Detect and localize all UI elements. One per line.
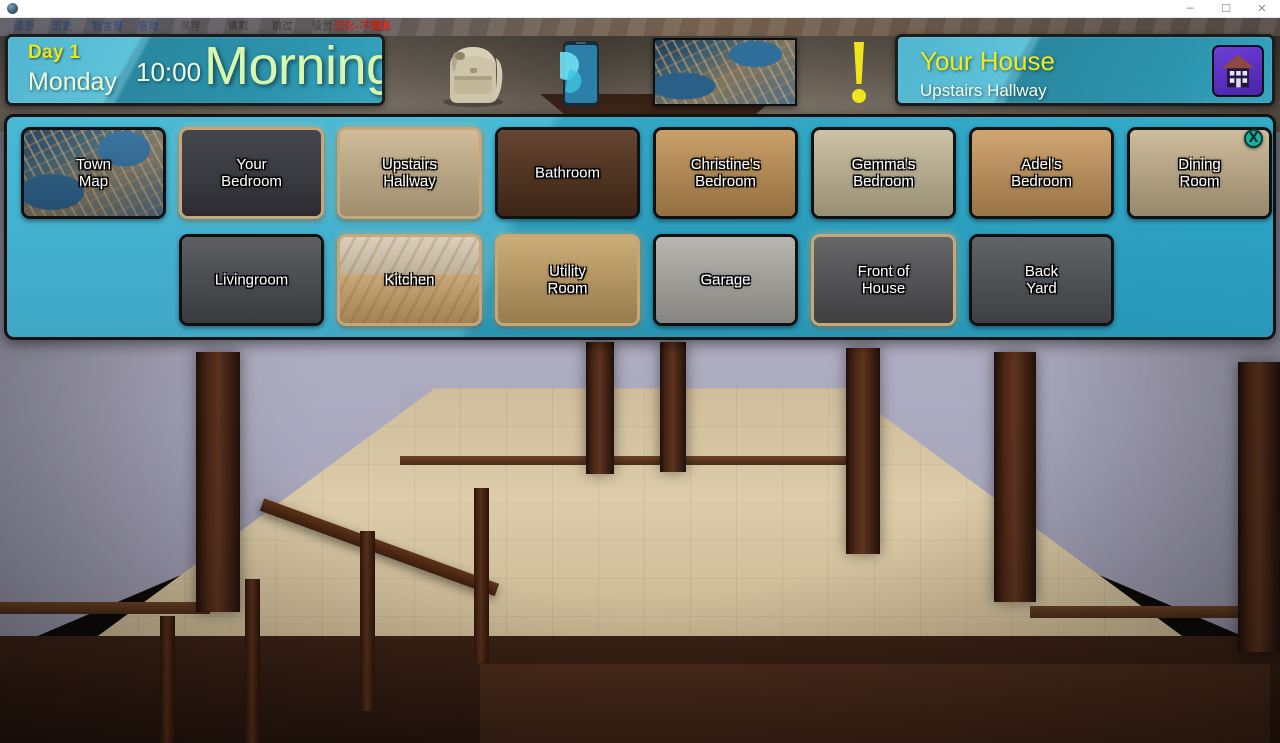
- location-label: Utility Room: [547, 263, 588, 297]
- location-label: Town Map: [75, 156, 112, 190]
- stairwell: [480, 664, 1270, 743]
- tile-upstairs-hallway[interactable]: Upstairs Hallway: [337, 127, 482, 219]
- tile-front-of-house[interactable]: Front of House: [811, 234, 956, 326]
- tile-bathroom[interactable]: Bathroom: [495, 127, 640, 219]
- tile-town-map[interactable]: Town Map: [21, 127, 166, 219]
- door-frame-right-near[interactable]: [994, 352, 1036, 602]
- location-label: Dining Room: [1178, 156, 1221, 190]
- close-icon[interactable]: X: [1244, 129, 1263, 148]
- door-frame-back-right[interactable]: [660, 342, 686, 472]
- hud: Day 1 Monday 10:00 Morning Your House Up…: [0, 0, 1280, 108]
- location-label: Christine's Bedroom: [690, 156, 761, 190]
- travel-menu-panel: X Town Map Your Bedroom Upstairs Hallway Ba…: [4, 114, 1276, 340]
- tile-adels-bedroom[interactable]: Adel's Bedroom: [969, 127, 1114, 219]
- banister-post: [474, 488, 489, 663]
- door-frame-right-edge[interactable]: [1238, 362, 1280, 652]
- banister-post: [160, 616, 175, 743]
- backpack-icon[interactable]: [432, 38, 514, 108]
- weekday-label: Monday: [28, 68, 117, 96]
- location-label: Back Yard: [1024, 263, 1059, 297]
- location-label: Kitchen: [384, 271, 435, 289]
- tile-your-bedroom[interactable]: Your Bedroom: [179, 127, 324, 219]
- location-label: Livingroom: [214, 271, 289, 289]
- location-label: Adel's Bedroom: [1011, 156, 1072, 190]
- location-label: Upstairs Hallway: [381, 156, 437, 190]
- day-part-label: Morning: [204, 36, 385, 96]
- door-frame-back-left[interactable]: [586, 342, 614, 474]
- alert-exclamation-icon[interactable]: [843, 40, 875, 108]
- tile-kitchen[interactable]: Kitchen: [337, 234, 482, 326]
- house-title-label: Your House: [920, 46, 1055, 76]
- clock-panel: Day 1 Monday 10:00 Morning: [5, 34, 385, 106]
- location-label: Your Bedroom: [221, 156, 282, 190]
- tile-christines-bedroom[interactable]: Christine's Bedroom: [653, 127, 798, 219]
- tile-gemmas-bedroom[interactable]: Gemma's Bedroom: [811, 127, 956, 219]
- banister-post: [360, 531, 375, 711]
- tile-garage[interactable]: Garage: [653, 234, 798, 326]
- door-frame-right-far[interactable]: [846, 348, 880, 554]
- banister-post: [245, 579, 260, 743]
- tile-utility-room[interactable]: Utility Room: [495, 234, 640, 326]
- door-frame-left-near[interactable]: [196, 352, 240, 612]
- tile-back-yard[interactable]: Back Yard: [969, 234, 1114, 326]
- location-label: Bathroom: [534, 164, 601, 182]
- location-panel: Your House Upstairs Hallway: [895, 34, 1275, 106]
- location-label: Garage: [700, 271, 751, 289]
- phone-icon[interactable]: [560, 40, 602, 108]
- day-counter-label: Day 1: [28, 42, 81, 63]
- location-tile-row: Livingroom Kitchen Utility Room Garage Front…: [179, 234, 1114, 326]
- location-tile-row: Town Map Your Bedroom Upstairs Hallway Bath…: [21, 127, 1272, 219]
- house-icon[interactable]: [1212, 45, 1264, 97]
- location-label: Front of House: [857, 263, 910, 297]
- room-name-label: Upstairs Hallway: [920, 81, 1047, 100]
- location-label: Gemma's Bedroom: [851, 156, 916, 190]
- time-label: 10:00: [136, 57, 202, 87]
- skirting-board-left: [0, 602, 210, 614]
- tile-livingroom[interactable]: Livingroom: [179, 234, 324, 326]
- skirting-board-back: [400, 456, 880, 465]
- town-map-thumbnail[interactable]: [653, 38, 797, 106]
